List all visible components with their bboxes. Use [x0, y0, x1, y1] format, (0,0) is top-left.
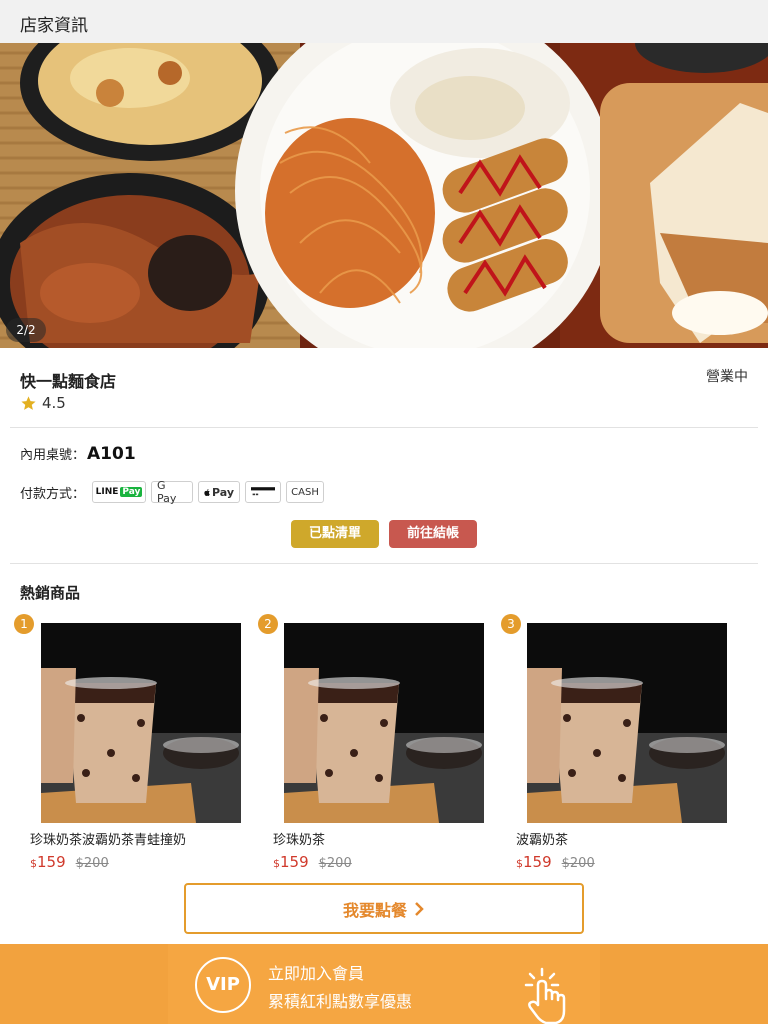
top-bar: 店家資訊	[0, 0, 768, 43]
payment-methods-row: 付款方式： LINE Pay G Pay Pay CASH	[20, 479, 325, 505]
credit-card-icon	[245, 481, 282, 503]
sale-price: $159	[516, 853, 552, 871]
vip-badge: VIP	[195, 957, 251, 1013]
product-name: 珍珠奶茶波霸奶茶青蛙撞奶	[30, 833, 187, 848]
milk-tea-illustration	[284, 623, 484, 823]
google-pay-icon: G Pay	[151, 479, 194, 505]
product-name: 波霸奶茶	[516, 833, 569, 848]
original-price: $200	[318, 856, 352, 871]
product-price: $159 $200	[30, 853, 109, 871]
divider	[10, 563, 758, 564]
page-title: 店家資訊	[20, 16, 88, 36]
chevron-right-icon	[415, 901, 424, 916]
rank-badge: 3	[501, 614, 521, 634]
hero-slide-counter: 2/2	[6, 318, 46, 342]
payment-methods-label: 付款方式：	[20, 486, 86, 502]
hero-banner-image[interactable]	[0, 43, 768, 348]
rating-value: 4.5	[42, 394, 66, 412]
order-now-label: 我要點餐	[342, 900, 407, 920]
product-price: $159 $200	[273, 853, 352, 871]
vip-join-text: 立即加入會員	[268, 964, 365, 983]
vip-points-text: 累積紅利點數享優惠	[268, 992, 413, 1011]
table-number-value: A101	[87, 444, 136, 464]
apple-logo-icon	[204, 488, 210, 496]
vip-membership-banner[interactable]	[0, 944, 768, 1024]
sale-price: $159	[273, 853, 309, 871]
star-icon	[21, 395, 36, 410]
original-price: $200	[561, 856, 595, 871]
checkout-button[interactable]: 前往結帳	[389, 520, 477, 548]
hero-food-illustration	[0, 43, 768, 348]
product-image[interactable]	[284, 623, 484, 823]
rank-badge: 2	[258, 614, 278, 634]
rank-badge: 1	[14, 614, 34, 634]
tap-hand-icon	[524, 967, 566, 1024]
store-status: 營業中	[706, 369, 748, 385]
table-number-label: 內用桌號：	[20, 448, 86, 463]
store-name: 快一點麵食店	[20, 372, 117, 391]
milk-tea-illustration	[527, 623, 727, 823]
order-now-button[interactable]: 我要點餐	[184, 883, 584, 934]
store-rating: 4.5	[20, 394, 66, 412]
product-name: 珍珠奶茶	[273, 833, 326, 848]
milk-tea-illustration	[41, 623, 241, 823]
divider	[10, 427, 758, 428]
ordered-list-button[interactable]: 已點清單	[291, 520, 379, 548]
bestsellers-title: 熱銷商品	[20, 584, 81, 602]
sale-price: $159	[30, 853, 66, 871]
product-image[interactable]	[41, 623, 241, 823]
product-image[interactable]	[527, 623, 727, 823]
line-pay-icon: LINE Pay	[92, 481, 147, 503]
cash-icon: CASH	[286, 481, 325, 503]
product-price: $159 $200	[516, 853, 595, 871]
original-price: $200	[75, 856, 109, 871]
apple-pay-icon: Pay	[198, 481, 241, 503]
table-number-row: 內用桌號： A101	[20, 444, 136, 464]
